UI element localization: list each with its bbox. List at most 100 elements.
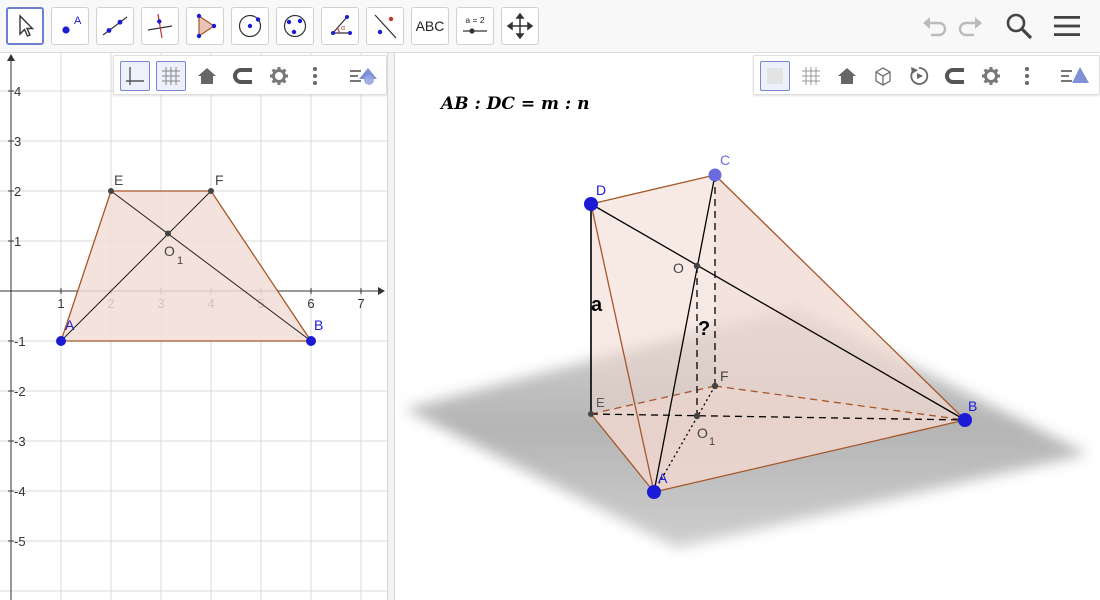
label-E: E bbox=[114, 172, 123, 188]
x-tick-label: 1 bbox=[57, 296, 64, 311]
conic-tool-button[interactable] bbox=[276, 7, 314, 45]
y-tick-label: 2 bbox=[14, 184, 21, 199]
redo-icon bbox=[958, 17, 982, 37]
rotate-view-button[interactable] bbox=[904, 61, 934, 91]
undo-icon bbox=[923, 17, 947, 37]
circle-tool-button[interactable] bbox=[231, 7, 269, 45]
label-A: A bbox=[65, 317, 75, 333]
point-A-3d[interactable] bbox=[647, 485, 661, 499]
circle-through-points-icon bbox=[283, 14, 307, 38]
point-B[interactable] bbox=[306, 336, 316, 346]
angle-icon: α bbox=[331, 15, 352, 35]
point-A[interactable] bbox=[56, 336, 66, 346]
more-options-3d-button[interactable] bbox=[1012, 61, 1042, 91]
move-graphics-view-tool-button[interactable] bbox=[501, 7, 539, 45]
graphics-view-2d[interactable]: 1234567 4321-1-2-3-4-5 E F O 1 A B bbox=[0, 53, 387, 600]
toggle-grid-button[interactable] bbox=[156, 61, 186, 91]
vertical-dots-icon bbox=[313, 67, 317, 85]
polygon-tool-button[interactable] bbox=[186, 7, 224, 45]
point-F[interactable] bbox=[208, 188, 214, 194]
gear-icon bbox=[982, 67, 1000, 85]
label-O1-3d: O bbox=[697, 425, 708, 441]
perpendicular-line-tool-button[interactable] bbox=[141, 7, 179, 45]
y-tick-label: 4 bbox=[14, 84, 21, 99]
point-C-3d[interactable] bbox=[708, 168, 722, 182]
point-F-3d[interactable] bbox=[711, 382, 719, 390]
x-axis-arrow-icon bbox=[378, 287, 385, 295]
undo-button[interactable] bbox=[916, 8, 952, 44]
axes-icon bbox=[126, 67, 144, 85]
standard-view-3d-button[interactable] bbox=[832, 61, 862, 91]
cube-icon bbox=[875, 67, 891, 86]
point-O1[interactable] bbox=[165, 230, 171, 237]
label-unknown-height: ? bbox=[698, 318, 710, 340]
vertical-dots-icon bbox=[1025, 67, 1029, 85]
point-icon: A bbox=[62, 15, 82, 34]
more-options-button[interactable] bbox=[300, 61, 330, 91]
view-menu-button[interactable] bbox=[346, 61, 382, 91]
view-menu-icon bbox=[350, 68, 377, 85]
reflect-tool-button[interactable] bbox=[366, 7, 404, 45]
search-icon bbox=[1006, 13, 1033, 40]
line-tool-button[interactable] bbox=[96, 7, 134, 45]
point-E-3d[interactable] bbox=[588, 411, 594, 417]
y-tick-label: -2 bbox=[14, 384, 26, 399]
ratio-formula-text[interactable]: AB : DC = m : n bbox=[441, 94, 589, 114]
circle-with-center-icon bbox=[238, 14, 262, 38]
redo-button[interactable] bbox=[953, 8, 989, 44]
y-tick-label: -4 bbox=[14, 484, 26, 499]
line-through-points-icon bbox=[102, 16, 128, 36]
home-icon bbox=[838, 68, 856, 84]
view-divider[interactable] bbox=[387, 53, 395, 600]
graphics-3d-style-bar bbox=[753, 55, 1100, 95]
label-E-3d: E bbox=[596, 395, 605, 410]
label-B: B bbox=[314, 317, 323, 333]
point-O1-3d[interactable] bbox=[693, 412, 701, 420]
view-direction-button[interactable] bbox=[868, 61, 898, 91]
view-menu-icon bbox=[1061, 67, 1089, 83]
point-E[interactable] bbox=[108, 188, 114, 194]
gear-icon bbox=[270, 67, 288, 85]
y-tick-label: 3 bbox=[14, 134, 21, 149]
view-menu-3d-button[interactable] bbox=[1056, 61, 1094, 91]
point-capturing-button[interactable] bbox=[228, 61, 258, 91]
text-tool-button[interactable]: ABC bbox=[411, 7, 449, 45]
search-button[interactable] bbox=[1001, 8, 1037, 44]
toggle-grid-3d-button[interactable] bbox=[796, 61, 826, 91]
point-O-3d[interactable] bbox=[693, 262, 701, 270]
slider-tool-button[interactable]: a = 2 bbox=[456, 7, 494, 45]
graphics-settings-button[interactable] bbox=[264, 61, 294, 91]
point-D-3d[interactable] bbox=[584, 197, 598, 211]
coordinate-plane: 1234567 4321-1-2-3-4-5 E F O 1 A B bbox=[0, 53, 387, 600]
toggle-axes-3d-button[interactable] bbox=[760, 61, 790, 91]
grid-icon bbox=[802, 67, 820, 85]
point-tool-label: A bbox=[74, 15, 82, 27]
toggle-axes-button[interactable] bbox=[120, 61, 150, 91]
graphics-view-3d[interactable]: D C A B E F O O 1 a ? bbox=[395, 53, 1100, 600]
label-F: F bbox=[215, 172, 224, 188]
label-a-height: a bbox=[591, 294, 603, 316]
axes-hidden-icon bbox=[767, 68, 783, 84]
x-tick-label: 6 bbox=[307, 296, 314, 311]
y-tick-label: -5 bbox=[14, 534, 26, 549]
standard-view-button[interactable] bbox=[192, 61, 222, 91]
label-O1-subscript-3d: 1 bbox=[709, 436, 715, 448]
move-tool-button[interactable] bbox=[6, 7, 44, 45]
label-A-3d: A bbox=[658, 470, 668, 486]
slider-tool-label: a = 2 bbox=[465, 15, 484, 25]
text-tool-label: ABC bbox=[415, 18, 445, 34]
y-tick-label: -1 bbox=[14, 334, 26, 349]
perpendicular-line-icon bbox=[147, 13, 173, 39]
main-toolbar: A α ABC a = 2 bbox=[0, 0, 1100, 53]
magnet-icon bbox=[233, 68, 252, 84]
trapezoid-ABFE[interactable] bbox=[60, 190, 313, 342]
svg-text:α: α bbox=[341, 25, 345, 32]
angle-tool-button[interactable]: α bbox=[321, 7, 359, 45]
graphics-style-bar bbox=[113, 55, 387, 95]
graphics-3d-settings-button[interactable] bbox=[976, 61, 1006, 91]
main-menu-button[interactable] bbox=[1049, 8, 1085, 44]
point-tool-button[interactable]: A bbox=[51, 7, 89, 45]
point-B-3d[interactable] bbox=[958, 413, 972, 427]
point-capturing-3d-button[interactable] bbox=[940, 61, 970, 91]
x-tick-label: 7 bbox=[357, 296, 364, 311]
